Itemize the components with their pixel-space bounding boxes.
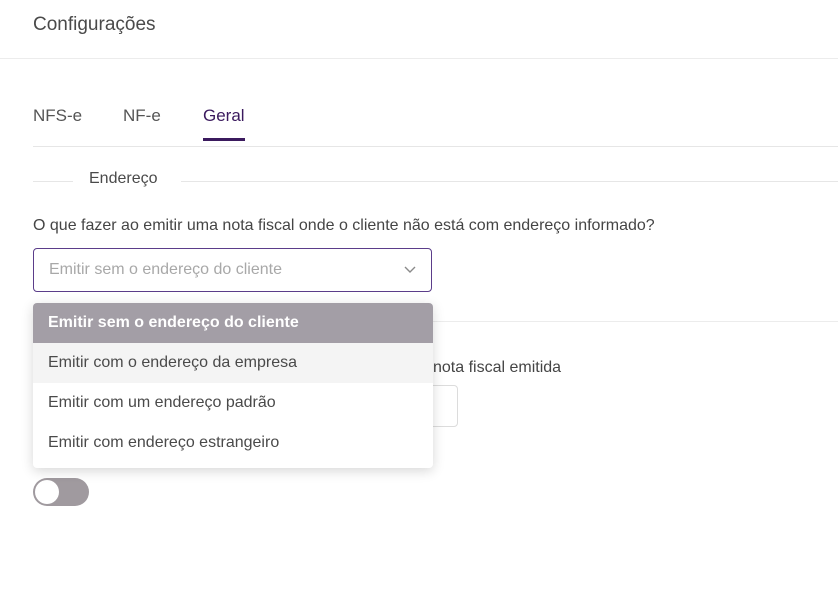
address-question-label: O que fazer ao emitir uma nota fiscal on… [33, 217, 655, 234]
page-header: Configurações [0, 0, 838, 59]
address-behavior-select[interactable]: Emitir sem o endereço do cliente [33, 248, 432, 292]
dropdown-option[interactable]: Emitir com endereço estrangeiro [33, 423, 433, 463]
tab-geral[interactable]: Geral [203, 106, 245, 141]
dropdown-option-label: Emitir com o endereço da empresa [48, 354, 297, 371]
dropdown-option[interactable]: Emitir sem o endereço do cliente [33, 303, 433, 343]
page-title: Configurações [33, 14, 156, 35]
select-value: Emitir sem o endereço do cliente [49, 261, 282, 278]
dropdown-option[interactable]: Emitir com um endereço padrão [33, 383, 433, 423]
section-title: Endereço [89, 170, 158, 187]
dropdown-option-label: Emitir com endereço estrangeiro [48, 434, 280, 451]
feature-toggle[interactable] [33, 478, 89, 506]
dropdown-option[interactable]: Emitir com o endereço da empresa [33, 343, 433, 383]
section-legend: Endereço [33, 168, 838, 194]
legend-divider [33, 181, 73, 182]
dropdown-option-label: Emitir com um endereço padrão [48, 394, 276, 411]
tab-nfse[interactable]: NFS-e [33, 106, 82, 138]
toggle-knob [35, 480, 59, 504]
chevron-down-icon [404, 266, 416, 273]
second-question-label: nota fiscal emitida [433, 359, 562, 376]
tab-bar: NFS-e NF-e Geral [33, 100, 838, 147]
tab-nfe[interactable]: NF-e [123, 106, 161, 138]
legend-divider [181, 181, 838, 182]
dropdown-option-label: Emitir sem o endereço do cliente [48, 314, 299, 331]
address-behavior-dropdown: Emitir sem o endereço do cliente Emitir … [33, 303, 433, 468]
